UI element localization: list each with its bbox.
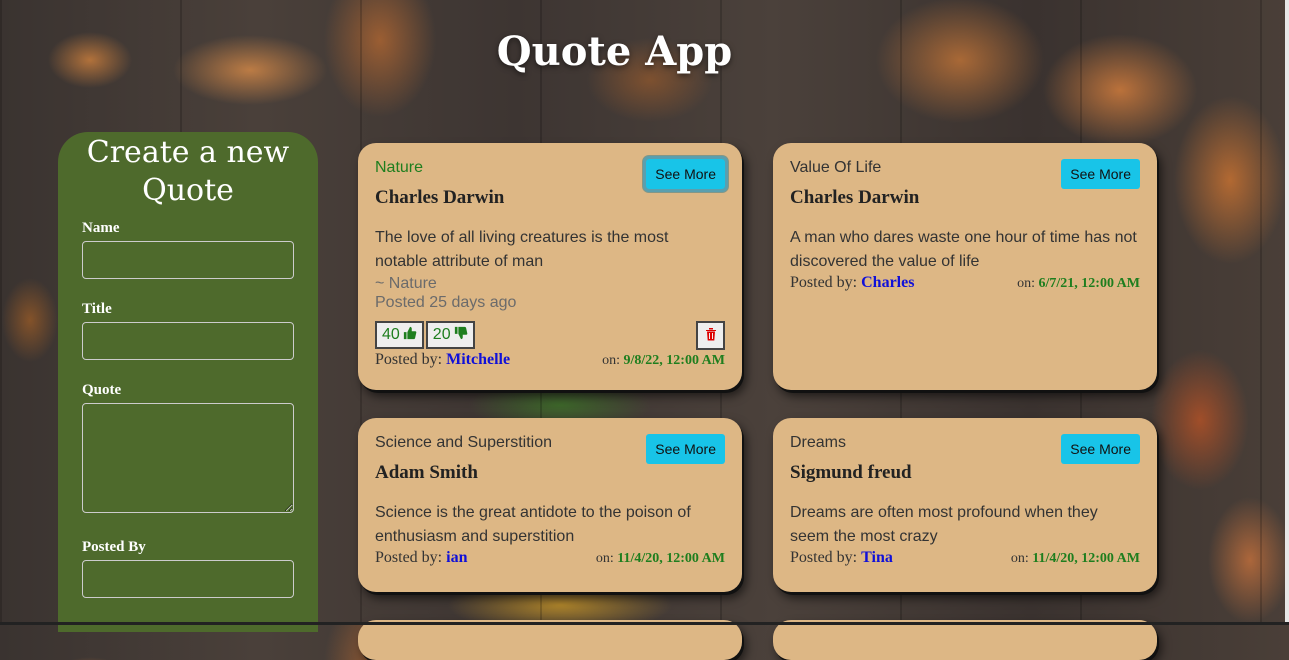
card-tag: ~ Nature bbox=[375, 275, 437, 292]
card-author: Charles Darwin bbox=[790, 187, 920, 208]
dislike-count: 20 bbox=[432, 326, 451, 343]
vote-group: 40 20 bbox=[375, 320, 725, 350]
card-author: Adam Smith bbox=[375, 462, 478, 483]
delete-button[interactable] bbox=[696, 320, 725, 350]
on-prefix: on: bbox=[595, 551, 614, 566]
card-quote: Science is the great antidote to the poi… bbox=[375, 504, 691, 545]
card-footer: Posted by: Tina on: 11/4/20, 12:00 AM bbox=[790, 549, 1140, 567]
poster-name[interactable]: Mitchelle bbox=[446, 351, 510, 368]
card-footer: Posted by: Mitchelle on: 9/8/22, 12:00 A… bbox=[375, 351, 725, 369]
quote-card: Dreams See More Sigmund freud Dreams are… bbox=[773, 418, 1157, 592]
card-author: Charles Darwin bbox=[375, 187, 505, 208]
create-quote-form: Create a new Quote Name Title Quote Post… bbox=[58, 132, 318, 632]
card-footer: Posted by: Charles on: 6/7/21, 12:00 AM bbox=[790, 274, 1140, 292]
thumbs-up-icon bbox=[403, 326, 417, 345]
poster-name[interactable]: Charles bbox=[861, 274, 914, 291]
on-prefix: on: bbox=[1017, 276, 1035, 291]
see-more-button[interactable]: See More bbox=[646, 434, 725, 464]
quote-textarea[interactable] bbox=[82, 403, 294, 513]
quote-card: Science and Superstition See More Adam S… bbox=[358, 418, 742, 592]
thumbs-down-icon bbox=[454, 326, 468, 345]
poster-name[interactable]: ian bbox=[446, 549, 467, 566]
poster-name[interactable]: Tina bbox=[861, 549, 893, 566]
quote-label: Quote bbox=[82, 382, 122, 398]
quote-card: Nature See More Charles Darwin The love … bbox=[358, 143, 742, 390]
dislike-button[interactable]: 20 bbox=[425, 321, 475, 349]
posted-by-prefix: Posted by: bbox=[790, 274, 858, 291]
like-button[interactable]: 40 bbox=[375, 321, 424, 349]
name-input[interactable] bbox=[82, 241, 294, 279]
title-input[interactable] bbox=[82, 322, 294, 360]
posted-by-prefix: Posted by: bbox=[790, 549, 858, 566]
see-more-button[interactable]: See More bbox=[1061, 159, 1140, 189]
posted-by-prefix: Posted by: bbox=[375, 351, 443, 368]
post-date: 9/8/22, 12:00 AM bbox=[623, 353, 726, 368]
card-quote: The love of all living creatures is the … bbox=[375, 229, 669, 270]
like-count: 40 bbox=[382, 326, 400, 343]
card-quote: A man who dares waste one hour of time h… bbox=[790, 229, 1137, 270]
post-date: 11/4/20, 12:00 AM bbox=[617, 551, 725, 566]
quote-card: Value Of Life See More Charles Darwin A … bbox=[773, 143, 1157, 390]
posted-by-label: Posted By bbox=[82, 539, 146, 555]
card-footer: Posted by: ian on: 11/4/20, 12:00 AM bbox=[375, 549, 725, 567]
card-posted-ago: Posted 25 days ago bbox=[375, 294, 517, 311]
see-more-button[interactable]: See More bbox=[1061, 434, 1140, 464]
name-label: Name bbox=[82, 220, 120, 236]
posted-by-prefix: Posted by: bbox=[375, 549, 443, 566]
card-author: Sigmund freud bbox=[790, 462, 912, 483]
post-date: 11/4/20, 12:00 AM bbox=[1032, 551, 1140, 566]
quote-card-partial bbox=[773, 620, 1157, 660]
post-date: 6/7/21, 12:00 AM bbox=[1038, 276, 1141, 291]
posted-by-input[interactable] bbox=[82, 560, 294, 598]
card-quote: Dreams are often most profound when they… bbox=[790, 504, 1098, 545]
on-prefix: on: bbox=[1010, 551, 1029, 566]
on-prefix: on: bbox=[602, 353, 620, 368]
see-more-button[interactable]: See More bbox=[643, 156, 728, 192]
form-heading: Create a new Quote bbox=[86, 135, 290, 208]
quote-card-partial bbox=[358, 620, 742, 660]
vertical-scrollbar[interactable] bbox=[1285, 0, 1289, 625]
trash-icon bbox=[705, 327, 717, 344]
title-label: Title bbox=[82, 301, 112, 317]
app-title: Quote App bbox=[496, 28, 733, 75]
